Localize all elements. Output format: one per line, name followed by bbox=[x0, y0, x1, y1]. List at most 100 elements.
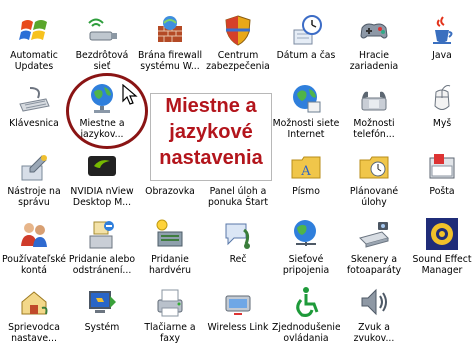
control-panel-item-pl-novan-lohy[interactable]: Plánované úlohy bbox=[340, 144, 408, 210]
phone-icon bbox=[356, 80, 392, 116]
item-label: Plánované úlohy bbox=[340, 186, 408, 208]
admin-tools-icon bbox=[16, 148, 52, 184]
control-panel-item-tla-iarne-a-faxy[interactable]: Tlačiarne a faxy bbox=[136, 280, 204, 346]
control-panel-item-skenery-a-fotoapar-ty[interactable]: Skenery a fotoaparáty bbox=[340, 212, 408, 278]
label-line-1: Obrazovka bbox=[145, 186, 195, 197]
item-label: Nástroje na správu bbox=[0, 186, 68, 208]
label-line-1: Pošta bbox=[429, 186, 455, 197]
control-panel-item-syst-m[interactable]: Systém bbox=[68, 280, 136, 346]
label-line-1: Centrum bbox=[217, 50, 259, 61]
item-label: Wireless Link bbox=[204, 322, 272, 333]
label-line-1: Nástroje na bbox=[7, 186, 61, 197]
control-panel-item-pou-vate-sk-kont[interactable]: Používateľské kontá bbox=[0, 212, 68, 278]
item-label: Tlačiarne a faxy bbox=[136, 322, 204, 344]
label-line-2: úlohy bbox=[361, 197, 387, 208]
label-line-1: Písmo bbox=[292, 186, 320, 197]
users-icon bbox=[16, 216, 52, 252]
label-line-1: Hracie bbox=[359, 50, 389, 61]
callout-line-1: Miestne a bbox=[165, 95, 257, 117]
control-panel-item-p-smo[interactable]: A Písmo bbox=[272, 144, 340, 210]
control-panel-item-re[interactable]: Reč bbox=[204, 212, 272, 278]
item-label: Dátum a čas bbox=[272, 50, 340, 61]
control-panel-item-mo-nosti-siete-internet[interactable]: Možnosti siete Internet bbox=[272, 76, 340, 142]
control-panel-item-pridanie-alebo-odstr-nen[interactable]: Pridanie alebo odstránení... bbox=[68, 212, 136, 278]
label-line-1: Tlačiarne a bbox=[144, 322, 196, 333]
label-line-1: Zjednodušenie bbox=[272, 322, 340, 333]
label-line-2: sieť bbox=[93, 61, 111, 72]
item-label: Pridanie alebo odstránení... bbox=[68, 254, 136, 276]
svg-text:A: A bbox=[300, 164, 311, 179]
control-panel-item-wireless-link[interactable]: Wireless Link bbox=[204, 280, 272, 346]
control-panel-item-java[interactable]: Java bbox=[408, 8, 476, 74]
control-panel-item-sound-effect-manager[interactable]: Sound Effect Manager bbox=[408, 212, 476, 278]
item-label: Reč bbox=[204, 254, 272, 265]
label-line-1: Brána firewall bbox=[137, 50, 203, 61]
control-panel-item-pridanie-hardv-ru[interactable]: Pridanie hardvéru bbox=[136, 212, 204, 278]
label-line-2: Manager bbox=[421, 265, 463, 276]
accessibility-icon bbox=[288, 284, 324, 320]
item-label: Zvuk a zvukov... bbox=[340, 322, 408, 344]
item-label: Automatic Updates bbox=[0, 50, 68, 72]
control-panel-item-br-na-firewall-syst-mu-w[interactable]: Brána firewall systému W... bbox=[136, 8, 204, 74]
nvidia-icon bbox=[84, 148, 120, 184]
label-line-1: Možnosti bbox=[353, 118, 395, 129]
control-panel-item-hracie-zariadenia[interactable]: Hracie zariadenia bbox=[340, 8, 408, 74]
control-panel-item-bezdr-tov-sie[interactable]: Bezdrôtová sieť bbox=[68, 8, 136, 74]
control-panel-item-zvuk-a-zvukov[interactable]: Zvuk a zvukov... bbox=[340, 280, 408, 346]
label-line-2: pripojenia bbox=[282, 265, 330, 276]
item-label: Brána firewall systému W... bbox=[136, 50, 204, 72]
control-panel-item-kl-vesnica[interactable]: Klávesnica bbox=[0, 76, 68, 142]
label-line-1: Automatic bbox=[10, 50, 58, 61]
label-line-1: Panel úloh a bbox=[209, 186, 267, 197]
keyboard-icon bbox=[16, 80, 52, 116]
control-panel-item-sprievodca-nastave[interactable]: Sprievodca nastave... bbox=[0, 280, 68, 346]
control-panel-item-automatic-updates[interactable]: Automatic Updates bbox=[0, 8, 68, 74]
label-line-2: hardvéru bbox=[148, 265, 192, 276]
callout-line-3: nastavenia bbox=[159, 147, 263, 169]
control-panel-item-d-tum-a-as[interactable]: Dátum a čas bbox=[272, 8, 340, 74]
item-label: Panel úloh a ponuka Štart bbox=[204, 186, 272, 208]
item-label: NVIDIA nView Desktop M... bbox=[68, 186, 136, 208]
label-line-1: Dátum a čas bbox=[276, 50, 336, 61]
control-panel-item-sie-ov-pripojenia[interactable]: Sieťové pripojenia bbox=[272, 212, 340, 278]
item-label: Sprievodca nastave... bbox=[0, 322, 68, 344]
item-label: Hracie zariadenia bbox=[340, 50, 408, 72]
control-panel-item-centrum-zabezpe-enia[interactable]: Centrum zabezpečenia bbox=[204, 8, 272, 74]
control-panel-item-nvidia-nview-desktop-m[interactable]: NVIDIA nView Desktop M... bbox=[68, 144, 136, 210]
internet-globe-icon bbox=[288, 80, 324, 116]
control-panel-item-zjednodu-enie-ovl-dania[interactable]: Zjednodušenie ovládania bbox=[272, 280, 340, 346]
wireless-usb-icon bbox=[84, 12, 120, 48]
item-label: Možnosti siete Internet bbox=[272, 118, 340, 140]
security-shield-icon bbox=[220, 12, 256, 48]
item-label: Obrazovka bbox=[136, 186, 204, 197]
mouse-cursor-icon bbox=[122, 84, 138, 105]
label-line-1: Možnosti siete bbox=[272, 118, 340, 129]
control-panel-item-n-stroje-na-spr-vu[interactable]: Nástroje na správu bbox=[0, 144, 68, 210]
label-line-1: Skenery a bbox=[350, 254, 398, 265]
label-line-1: Pridanie alebo bbox=[68, 254, 136, 265]
label-line-1: Používateľské bbox=[2, 254, 66, 265]
label-line-2: zvukov... bbox=[353, 333, 395, 344]
label-line-2: kontá bbox=[21, 265, 47, 276]
label-line-1: Sound Effect bbox=[412, 254, 472, 265]
control-panel-item-my[interactable]: Myš bbox=[408, 76, 476, 142]
label-line-2: Desktop M... bbox=[72, 197, 132, 208]
label-line-2: systému W... bbox=[140, 61, 200, 72]
item-label: Bezdrôtová sieť bbox=[68, 50, 136, 72]
item-label: Písmo bbox=[272, 186, 340, 197]
item-label: Java bbox=[408, 50, 476, 61]
mouse-icon bbox=[424, 80, 460, 116]
item-label: Klávesnica bbox=[0, 118, 68, 129]
add-remove-icon bbox=[84, 216, 120, 252]
network-wizard-icon bbox=[16, 284, 52, 320]
control-panel-item-po-ta[interactable]: Pošta bbox=[408, 144, 476, 210]
item-label: Systém bbox=[68, 322, 136, 333]
item-label: Myš bbox=[408, 118, 476, 129]
label-line-2: zariadenia bbox=[349, 61, 399, 72]
control-panel-item-mo-nosti-telef-n[interactable]: Možnosti telefón... bbox=[340, 76, 408, 142]
label-line-1: Sprievodca bbox=[8, 322, 60, 333]
speaker-icon bbox=[356, 284, 392, 320]
item-label: Možnosti telefón... bbox=[340, 118, 408, 140]
label-line-2: správu bbox=[18, 197, 50, 208]
label-line-1: Zvuk a bbox=[358, 322, 390, 333]
